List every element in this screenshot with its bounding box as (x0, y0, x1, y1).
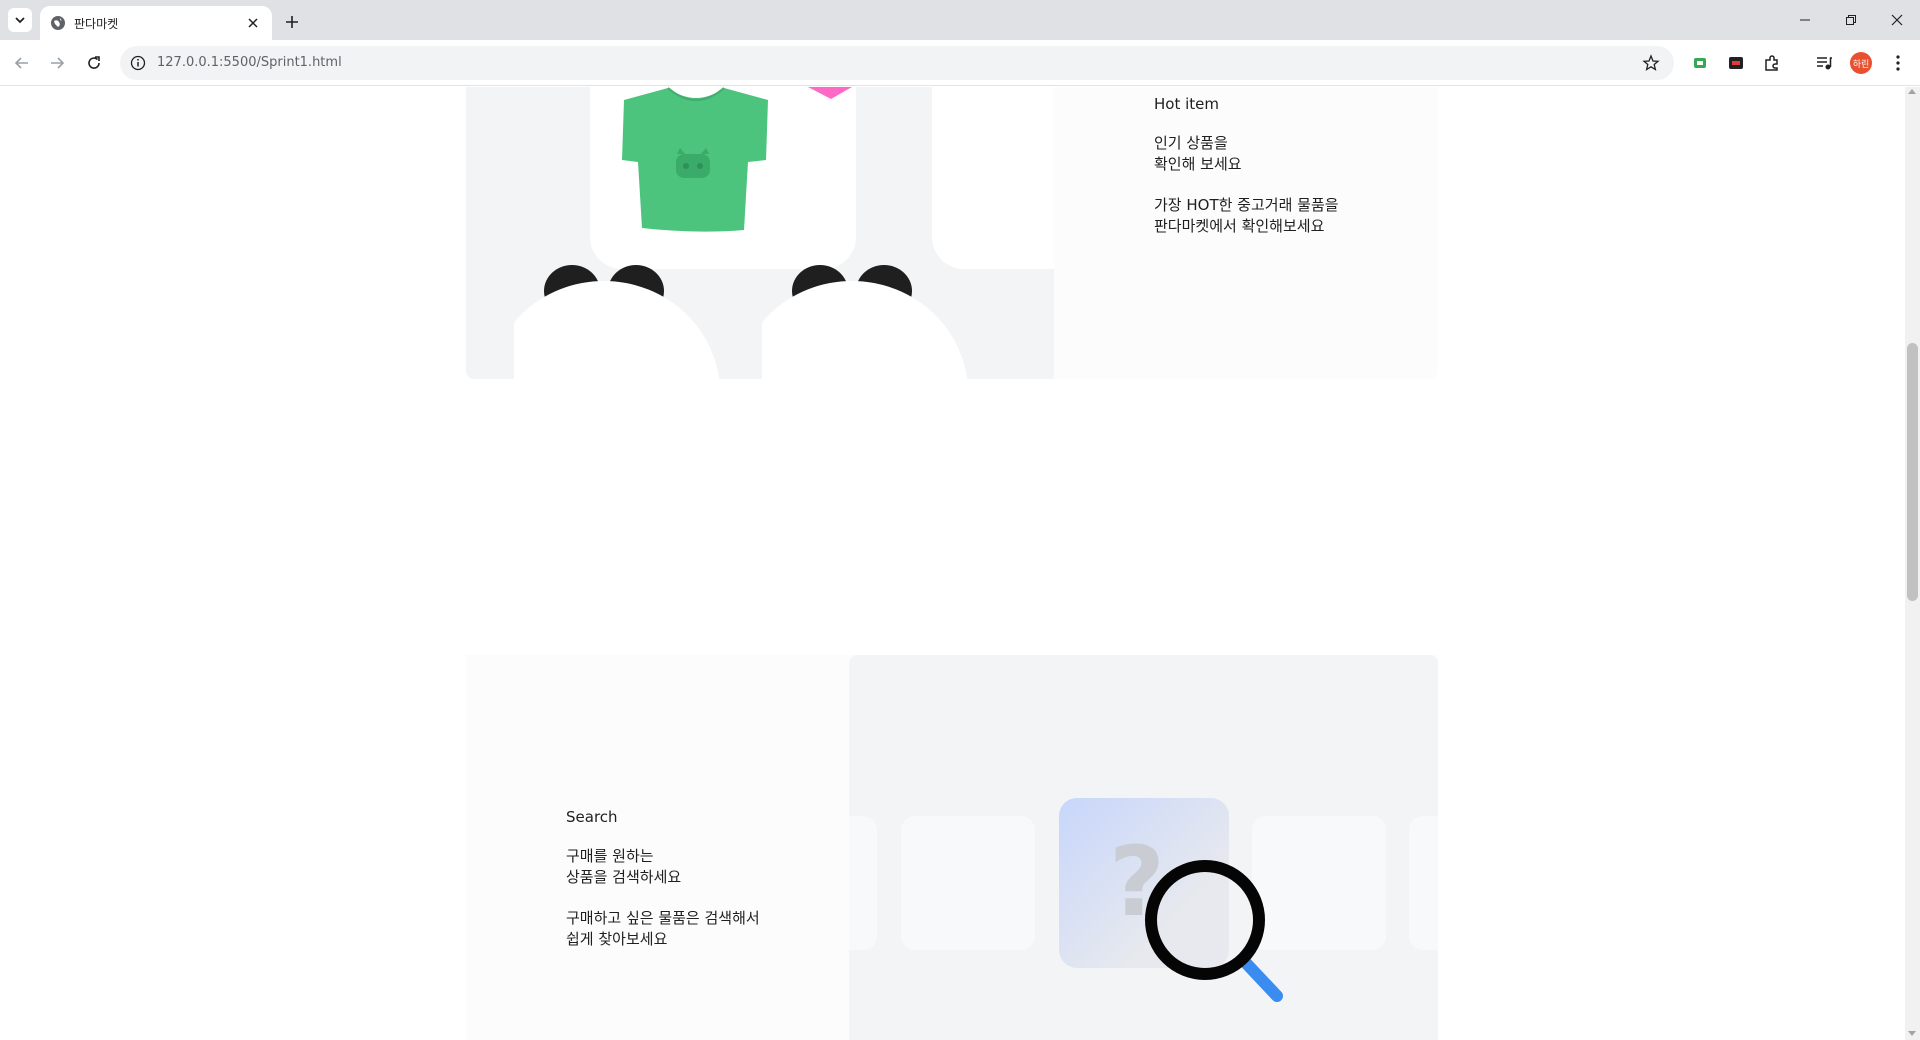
search-text: Search 구매를 원하는 상품을 검색하세요 구매하고 싶은 물품은 검색해… (566, 806, 866, 950)
section-title: 인기 상품을 확인해 보세요 (1154, 134, 1242, 173)
minimize-button[interactable] (1782, 0, 1828, 40)
more-menu-icon[interactable] (1888, 53, 1908, 73)
tab-title: 판다마켓 (74, 16, 119, 31)
reload-button[interactable] (82, 51, 106, 75)
search-illustration: ? (849, 655, 1438, 1040)
restore-button[interactable] (1828, 0, 1874, 40)
section-title: 구매를 원하는 상품을 검색하세요 (566, 847, 682, 886)
close-window-button[interactable] (1874, 0, 1920, 40)
page-scrollbar[interactable] (1905, 87, 1920, 1040)
product-card (932, 87, 1054, 269)
minimize-icon (1800, 19, 1810, 21)
section-label: Search (566, 808, 618, 826)
plus-icon (286, 16, 298, 28)
hot-item-text: Hot item 인기 상품을 확인해 보세요 가장 HOT한 중고거래 물품을… (1154, 93, 1414, 237)
tshirt-icon (622, 87, 768, 232)
address-bar[interactable]: 127.0.0.1:5500/Sprint1.html (120, 46, 1674, 80)
arrow-right-icon (51, 57, 65, 69)
chevron-down-icon (15, 17, 25, 24)
magnifier-icon (1145, 860, 1283, 1002)
reload-icon (88, 56, 100, 69)
search-section: Search 구매를 원하는 상품을 검색하세요 구매하고 싶은 물품은 검색해… (466, 655, 1438, 1040)
back-button[interactable] (10, 51, 34, 75)
hot-item-illustration (466, 87, 1054, 379)
tab-search-button[interactable] (8, 8, 32, 32)
profile-avatar[interactable]: 하린 (1850, 52, 1872, 74)
puzzle-extensions-icon[interactable] (1762, 53, 1782, 73)
scroll-up-arrow-icon[interactable] (1908, 89, 1916, 94)
panda-icon (514, 265, 720, 379)
section-label: Hot item (1154, 95, 1219, 113)
info-icon[interactable] (130, 55, 146, 71)
product-card (849, 816, 877, 950)
page-viewport: Hot item 인기 상품을 확인해 보세요 가장 HOT한 중고거래 물품을… (0, 87, 1905, 1040)
restore-icon (1846, 15, 1856, 25)
browser-toolbar: 127.0.0.1:5500/Sprint1.html (0, 40, 1920, 86)
section-description: 가장 HOT한 중고거래 물품을 판다마켓에서 확인해보세요 (1154, 196, 1339, 235)
media-controls-icon[interactable] (1814, 53, 1834, 73)
bookmark-star-icon[interactable] (1642, 54, 1660, 72)
hot-item-section: Hot item 인기 상품을 확인해 보세요 가장 HOT한 중고거래 물품을… (466, 87, 1438, 379)
close-tab-icon[interactable] (244, 14, 262, 32)
close-icon (1891, 14, 1903, 26)
active-tab[interactable]: 판다마켓 (40, 6, 272, 40)
new-tab-button[interactable] (280, 10, 304, 34)
panda-icon (762, 265, 968, 379)
extension-dark-icon[interactable] (1726, 53, 1746, 73)
product-card (1409, 816, 1438, 950)
globe-icon (50, 15, 66, 31)
tab-strip: 판다마켓 (0, 0, 1920, 40)
scroll-thumb[interactable] (1907, 343, 1918, 601)
pink-item-icon (808, 87, 852, 99)
extension-cast-icon[interactable] (1690, 53, 1710, 73)
url-text[interactable]: 127.0.0.1:5500/Sprint1.html (157, 55, 342, 70)
section-description: 구매하고 싶은 물품은 검색해서 쉽게 찾아보세요 (566, 909, 760, 948)
arrow-left-icon (14, 57, 28, 69)
product-card (901, 816, 1035, 950)
forward-button[interactable] (45, 51, 69, 75)
scroll-down-arrow-icon[interactable] (1908, 1031, 1916, 1036)
